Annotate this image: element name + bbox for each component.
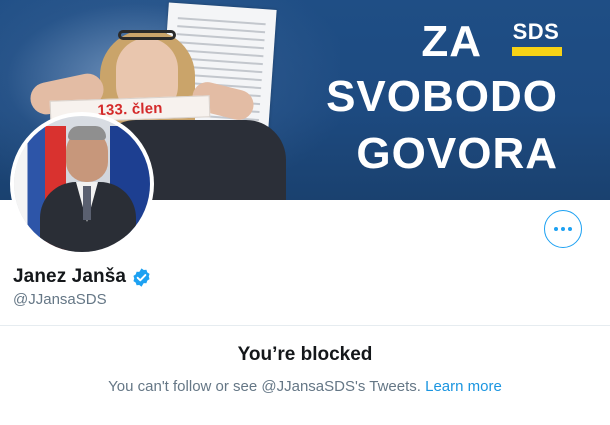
profile-name: Janez Janša [13, 266, 127, 287]
more-horizontal-icon [554, 227, 558, 231]
more-dot [561, 227, 565, 231]
sds-logo: SDS [508, 20, 564, 58]
banner-slogan-line3: GOVORA [356, 129, 558, 178]
sds-logo-bar [512, 47, 562, 56]
profile-name-row: Janez Janša [13, 264, 152, 290]
blocked-message: You can't follow or see @JJansaSDS's Twe… [0, 378, 610, 395]
learn-more-link[interactable]: Learn more [425, 378, 502, 395]
profile-avatar[interactable] [10, 112, 154, 256]
banner-slogan-line1: ZA [421, 17, 482, 66]
blocked-message-text: You can't follow or see @JJansaSDS's Twe… [108, 378, 421, 395]
more-dot [568, 227, 572, 231]
avatar-photo [14, 116, 150, 252]
verified-badge-icon [133, 267, 150, 287]
section-divider [0, 325, 610, 326]
avatar-hair [68, 126, 106, 140]
banner-sunglasses [118, 30, 176, 40]
avatar-tie [83, 186, 91, 220]
banner-slogan-line2: SVOBODO [326, 72, 558, 121]
more-options-button[interactable] [544, 210, 582, 248]
profile-handle: @JJansaSDS [13, 291, 107, 308]
sds-logo-text: SDS [512, 19, 560, 44]
blocked-title: You’re blocked [237, 344, 373, 365]
